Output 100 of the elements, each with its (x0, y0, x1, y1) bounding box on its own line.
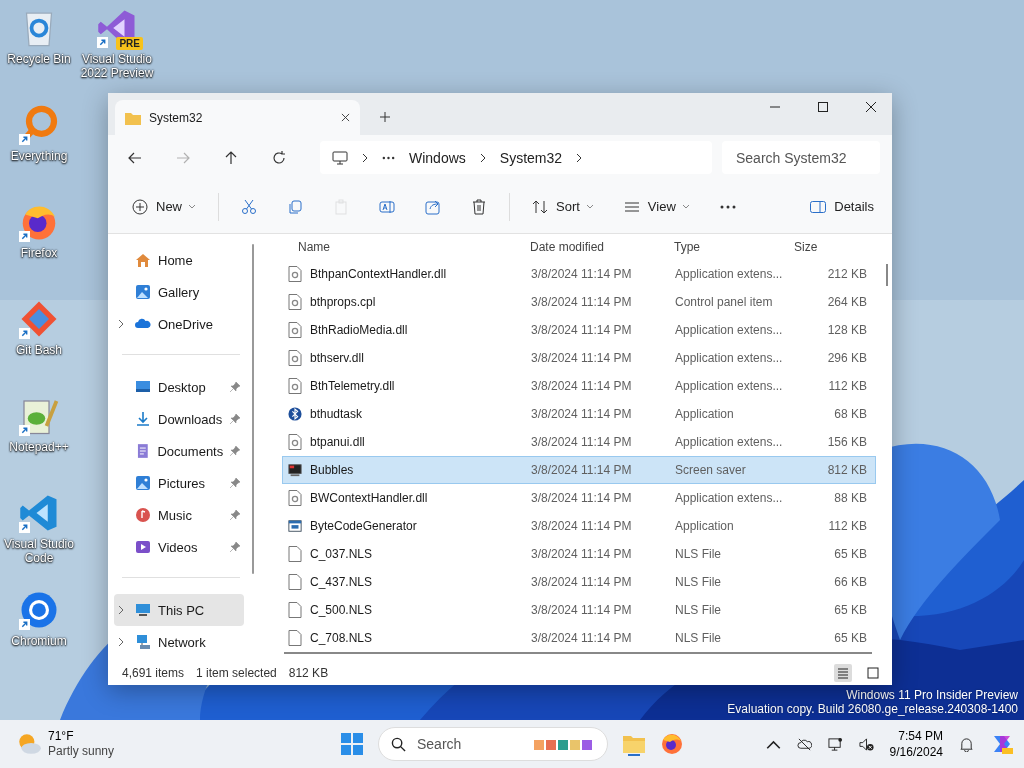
file-row[interactable]: BWContextHandler.dll 3/8/2024 11:14 PM Application extens... 88 KB (282, 484, 876, 512)
file-row[interactable]: BthRadioMedia.dll 3/8/2024 11:14 PM Application extens... 128 KB (282, 316, 876, 344)
file-row[interactable]: btpanui.dll 3/8/2024 11:14 PM Application extens... 156 KB (282, 428, 876, 456)
expand-chevron-icon[interactable] (118, 319, 124, 329)
size-cell-text: 264 KB (826, 295, 867, 309)
nav-item[interactable]: Downloads (114, 403, 244, 435)
address-bar[interactable]: Windows System32 (320, 141, 712, 174)
column-header[interactable]: Date modified (530, 240, 674, 254)
pin-icon[interactable] (230, 382, 240, 392)
size-cell-text: 68 KB (833, 407, 867, 421)
column-header[interactable]: Name (282, 240, 530, 254)
speaker-muted-icon[interactable] (858, 736, 874, 752)
type-cell-text: Control panel item (675, 295, 774, 309)
expand-chevron-icon[interactable] (118, 605, 124, 615)
taskbar-search-field[interactable]: Search (378, 727, 608, 761)
search-field[interactable]: Search System32 (722, 141, 880, 174)
file-row[interactable]: bthudtask 3/8/2024 11:14 PM Application 68 KB (282, 400, 876, 428)
details-pane-button[interactable]: Details (802, 192, 882, 221)
date-cell-text: 3/8/2024 11:14 PM (531, 575, 633, 589)
watermark-text: Windows 11 Pro Insider Preview (846, 688, 1018, 702)
size-cell-text: 128 KB (826, 323, 867, 337)
file-name: bthudtask (310, 407, 363, 421)
share-icon (425, 198, 441, 215)
pin-icon[interactable] (230, 446, 240, 456)
firefox-icon[interactable] (660, 732, 684, 756)
desktop-shortcut[interactable]: PRE Visual Studio 2022 Preview (78, 8, 156, 80)
file-row[interactable]: bthprops.cpl 3/8/2024 11:14 PM Control panel item 264 KB (282, 288, 876, 316)
refresh-icon[interactable] (272, 150, 286, 165)
file-row[interactable]: ByteCodeGenerator 3/8/2024 11:14 PM Application 112 KB (282, 512, 876, 540)
nav-item[interactable]: Videos (114, 531, 244, 563)
caret-icon (188, 204, 196, 209)
monitor-icon[interactable] (827, 736, 843, 752)
pin-icon[interactable] (230, 478, 240, 488)
type-cell-text: Application extens... (675, 323, 784, 337)
breadcrumb[interactable]: System32 (499, 149, 563, 166)
search-icon (391, 737, 406, 752)
tab-title: System32 (149, 110, 204, 125)
nav-item[interactable]: Pictures (114, 467, 244, 499)
file-row[interactable]: C_437.NLS 3/8/2024 11:14 PM NLS File 66 KB (282, 568, 876, 596)
nav-item[interactable]: Home (114, 244, 244, 276)
expand-chevron-icon[interactable] (118, 637, 124, 647)
pin-icon[interactable] (230, 542, 240, 552)
breadcrumb[interactable]: Windows (409, 149, 466, 166)
plus-circle-icon (132, 198, 148, 215)
clock[interactable]: 7:54 PM 9/16/2024 (889, 728, 943, 760)
date-cell-text: 3/8/2024 11:14 PM (531, 379, 633, 393)
nav-item[interactable]: Music (114, 499, 244, 531)
start-icon[interactable] (340, 732, 364, 756)
close-icon[interactable] (866, 102, 876, 112)
rename-icon (379, 198, 395, 215)
close-icon[interactable] (341, 113, 350, 122)
square-icon (867, 666, 879, 679)
nav-item[interactable]: This PC (114, 594, 244, 626)
file-row[interactable]: BthTelemetry.dll 3/8/2024 11:14 PM Application extens... 112 KB (282, 372, 876, 400)
file-row[interactable]: BthpanContextHandler.dll 3/8/2024 11:14 PM Application extens... 212 KB (282, 260, 876, 288)
file-name: BthRadioMedia.dll (310, 323, 408, 337)
date-cell-text: 3/8/2024 11:14 PM (531, 519, 633, 533)
folder-tab[interactable]: System32 (115, 100, 360, 135)
file-row[interactable]: Bubbles 3/8/2024 11:14 PM Screen saver 812 KB (282, 456, 876, 484)
sort-icon (532, 198, 548, 215)
shortcut-label: Chromium (11, 634, 67, 648)
column-header[interactable]: Size (794, 240, 866, 254)
maximize-icon[interactable] (818, 102, 828, 112)
nav-item[interactable]: OneDrive (114, 308, 244, 340)
column-header[interactable]: Type (674, 240, 794, 254)
cloud-off-icon[interactable] (796, 736, 812, 752)
file-row[interactable]: bthserv.dll 3/8/2024 11:14 PM Application extens... 296 KB (282, 344, 876, 372)
type-cell-text: Application (675, 519, 735, 533)
file-row[interactable]: C_500.NLS 3/8/2024 11:14 PM NLS File 65 KB (282, 596, 876, 624)
up-icon[interactable] (224, 150, 238, 165)
scissors-icon (241, 198, 257, 215)
size-cell-text: 66 KB (833, 575, 867, 589)
sort-button[interactable]: Sort (524, 192, 602, 221)
details-view-button[interactable] (834, 663, 852, 682)
shortcut-arrow-icon (19, 619, 30, 630)
nav-item[interactable]: Documents (114, 435, 244, 467)
pin-icon[interactable] (230, 414, 240, 424)
new-button[interactable]: New (124, 192, 204, 221)
nav-item[interactable]: Desktop (114, 371, 244, 403)
weather-condition: Partly sunny (48, 744, 115, 759)
date-cell-text: 3/8/2024 11:14 PM (531, 407, 633, 421)
nav-item[interactable]: Network (114, 626, 244, 658)
picture-icon (135, 475, 151, 491)
nav-item[interactable]: Gallery (114, 276, 244, 308)
date-cell-text: 3/8/2024 11:14 PM (531, 323, 633, 337)
time: 7:54 PM (898, 728, 943, 744)
shortcut-label: Recycle Bin (7, 52, 71, 66)
file-row[interactable]: C_037.NLS 3/8/2024 11:14 PM NLS File 65 KB (282, 540, 876, 568)
shortcut-label: Git Bash (16, 343, 62, 357)
file-name: C_037.NLS (310, 547, 373, 561)
bell-icon[interactable] (959, 736, 974, 752)
more-icon[interactable] (382, 155, 395, 160)
view-button[interactable]: View (615, 192, 698, 221)
back-icon[interactable] (128, 150, 142, 165)
home-icon (135, 252, 151, 268)
file-icon (288, 602, 302, 618)
file-row[interactable]: C_708.NLS 3/8/2024 11:14 PM NLS File 65 KB (282, 624, 876, 652)
type-cell-text: Application extens... (675, 379, 784, 393)
pin-icon[interactable] (230, 510, 240, 520)
new-tab-icon[interactable] (380, 112, 390, 122)
